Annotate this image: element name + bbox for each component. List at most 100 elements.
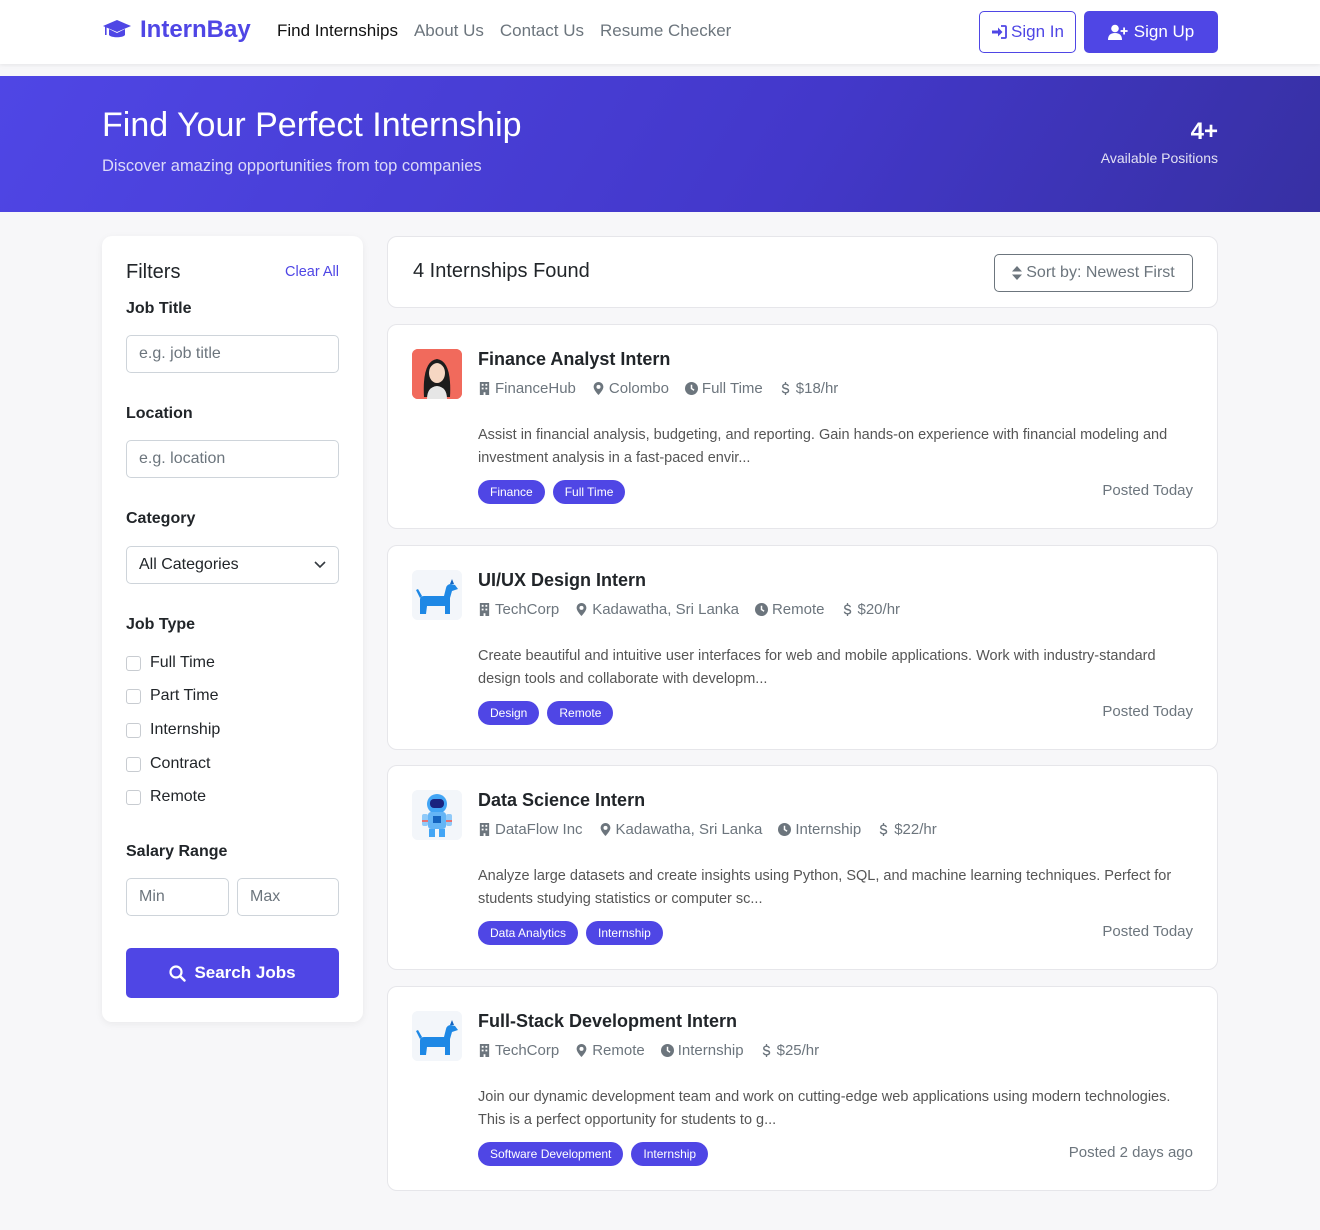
job-type-part-time[interactable]: Part Time xyxy=(126,687,218,705)
job-title[interactable]: Finance Analyst Intern xyxy=(478,349,670,370)
sign-up-label: Sign Up xyxy=(1133,22,1195,41)
company-name: FinanceHub xyxy=(495,380,576,397)
job-title[interactable]: Data Science Intern xyxy=(478,790,645,811)
job-meta: FinanceHub Colombo Full Time $18/hr xyxy=(478,380,838,397)
checkbox-label: Part Time xyxy=(150,687,219,704)
map-pin-icon xyxy=(600,823,610,836)
checkbox-label: Full Time xyxy=(150,654,215,671)
map-pin-icon xyxy=(576,1044,587,1057)
nav-link-find-internships[interactable]: Find Internships xyxy=(277,21,398,41)
job-tags: Finance Full Time xyxy=(478,480,626,504)
checkbox-label: Remote xyxy=(150,788,207,805)
company-logo-dog xyxy=(412,570,462,620)
salary-min-input[interactable]: Min xyxy=(126,878,229,916)
brand-logo[interactable]: InternBay xyxy=(102,16,251,44)
sort-dropdown-button[interactable]: Sort by: Newest First xyxy=(994,254,1193,292)
location-input[interactable]: e.g. location xyxy=(126,440,339,478)
job-type-remote[interactable]: Remote xyxy=(126,788,206,806)
job-meta: DataFlow Inc Kadawatha, Sri Lanka Intern… xyxy=(478,821,937,838)
building-icon xyxy=(479,382,490,395)
job-card[interactable]: Full-Stack Development Intern TechCorp R… xyxy=(387,986,1218,1191)
company-meta: TechCorp xyxy=(478,601,559,618)
job-card[interactable]: UI/UX Design Intern TechCorp Kadawatha, … xyxy=(387,545,1218,750)
nav-link-resume-checker[interactable]: Resume Checker xyxy=(600,21,731,41)
job-tags: Data Analytics Internship xyxy=(478,921,663,945)
job-tag: Software Development xyxy=(478,1142,624,1166)
nav-link-about-us[interactable]: About Us xyxy=(414,21,484,41)
job-description: Join our dynamic development team and wo… xyxy=(478,1089,1171,1128)
stat-value: 4+ xyxy=(1190,118,1218,145)
results-header: 4 Internships Found Sort by: Newest Firs… xyxy=(387,236,1218,308)
map-pin-icon xyxy=(576,603,587,616)
job-type-contract[interactable]: Contract xyxy=(126,755,210,773)
brand-name: InternBay xyxy=(140,16,251,43)
checkbox[interactable] xyxy=(126,688,141,704)
category-select[interactable]: All Categories xyxy=(126,546,339,584)
job-description: Assist in financial analysis, budgeting,… xyxy=(478,427,1168,466)
location-meta: Kadawatha, Sri Lanka xyxy=(599,821,762,838)
type-meta: Internship xyxy=(660,1042,744,1059)
search-jobs-label: Search Jobs xyxy=(194,963,296,982)
nav-links: Find Internships About Us Contact Us Res… xyxy=(277,21,731,41)
user-plus-icon xyxy=(1107,24,1128,40)
clock-icon xyxy=(754,603,768,616)
job-title-input[interactable]: e.g. job title xyxy=(126,335,339,373)
job-pay: $20/hr xyxy=(857,601,901,618)
job-location: Remote xyxy=(592,1042,645,1059)
pay-meta: $22/hr xyxy=(877,821,937,838)
checkbox[interactable] xyxy=(126,655,141,671)
job-description: Create beautiful and intuitive user inte… xyxy=(478,648,1156,687)
checkbox-label: Contract xyxy=(150,755,211,772)
job-type: Internship xyxy=(677,1042,744,1059)
available-positions-stat: 4+ Available Positions xyxy=(1101,118,1218,166)
job-title[interactable]: UI/UX Design Intern xyxy=(478,570,646,591)
job-meta: TechCorp Kadawatha, Sri Lanka Remote $20… xyxy=(478,601,900,618)
job-card[interactable]: Data Science Intern DataFlow Inc Kadawat… xyxy=(387,765,1218,970)
job-type-label: Job Type xyxy=(126,616,196,633)
job-type-full-time[interactable]: Full Time xyxy=(126,654,215,672)
search-jobs-button[interactable]: Search Jobs xyxy=(126,948,339,998)
company-name: DataFlow Inc xyxy=(495,821,583,838)
checkbox-label: Internship xyxy=(150,721,221,738)
job-tags: Design Remote xyxy=(478,701,614,725)
sign-in-button[interactable]: Sign In xyxy=(979,11,1076,53)
type-meta: Internship xyxy=(778,821,861,838)
job-tag: Design xyxy=(478,701,540,725)
job-description: Analyze large datasets and create insigh… xyxy=(478,868,1172,907)
company-meta: TechCorp xyxy=(478,1042,559,1059)
building-icon xyxy=(479,823,490,836)
dollar-icon xyxy=(762,1044,770,1057)
job-title[interactable]: Full-Stack Development Intern xyxy=(478,1011,737,1032)
company-name: TechCorp xyxy=(495,1042,560,1059)
sort-label: Sort by: Newest First xyxy=(1026,264,1175,281)
job-type: Remote xyxy=(771,601,825,618)
job-location: Colombo xyxy=(608,380,669,397)
checkbox[interactable] xyxy=(126,722,141,738)
job-tag: Finance xyxy=(478,480,545,504)
sort-icon xyxy=(1012,266,1023,280)
filters-heading: Filters xyxy=(126,261,181,283)
clear-all-link[interactable]: Clear All xyxy=(285,264,339,280)
salary-range-label: Salary Range xyxy=(126,843,228,860)
salary-max-input[interactable]: Max xyxy=(237,878,339,916)
checkbox[interactable] xyxy=(126,789,141,805)
chevron-down-icon xyxy=(314,561,326,569)
job-pay: $25/hr xyxy=(776,1042,820,1059)
posted-date: Posted 2 days ago xyxy=(1068,1144,1193,1161)
checkbox[interactable] xyxy=(126,756,141,772)
job-type: Full Time xyxy=(701,380,763,397)
location-meta: Remote xyxy=(575,1042,645,1059)
nav-link-contact-us[interactable]: Contact Us xyxy=(500,21,584,41)
job-tag: Data Analytics xyxy=(478,921,579,945)
filters-panel: Filters Clear All Job Title e.g. job tit… xyxy=(102,236,363,1022)
clock-icon xyxy=(684,382,698,395)
pay-meta: $18/hr xyxy=(779,380,838,397)
results-count: 4 Internships Found xyxy=(413,260,590,282)
company-logo-astronaut xyxy=(412,790,462,840)
job-type-internship[interactable]: Internship xyxy=(126,721,220,739)
job-card[interactable]: Finance Analyst Intern FinanceHub Colomb… xyxy=(387,324,1218,529)
job-tag: Remote xyxy=(547,701,614,725)
category-selected-value: All Categories xyxy=(139,556,239,573)
posted-date: Posted Today xyxy=(1102,923,1193,940)
sign-up-button[interactable]: Sign Up xyxy=(1084,11,1218,53)
